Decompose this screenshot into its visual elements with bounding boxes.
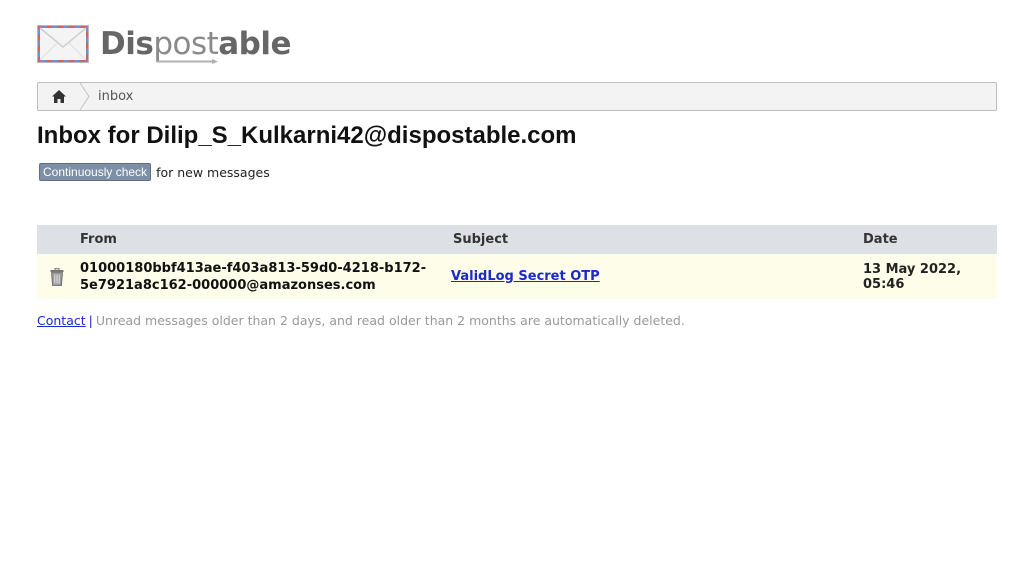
- logo-text-pre: Dis: [100, 26, 154, 62]
- from-line-2: 5e7921a8c162-000000@amazonses.com: [80, 277, 376, 293]
- from-address: 01000180bbf413ae-f403a813-59d0-4218-b172…: [80, 260, 453, 294]
- check-row: Continuously check for new messages: [39, 163, 270, 181]
- from-cell: 01000180bbf413ae-f403a813-59d0-4218-b172…: [80, 254, 453, 299]
- breadcrumb-separator: [80, 83, 90, 110]
- trash-icon[interactable]: [50, 267, 64, 286]
- header-icon-cell: [37, 225, 80, 254]
- breadcrumb: inbox: [37, 82, 997, 111]
- logo-text-mid: post: [153, 26, 219, 62]
- table-row[interactable]: 01000180bbf413ae-f403a813-59d0-4218-b172…: [37, 254, 997, 299]
- footer: Contact | Unread messages older than 2 day…: [37, 313, 685, 328]
- breadcrumb-current: inbox: [98, 89, 134, 104]
- envelope-icon: [37, 25, 89, 63]
- logo-text: Dispostable: [100, 25, 292, 64]
- footer-separator: |: [88, 313, 93, 328]
- continuously-check-button[interactable]: Continuously check: [39, 163, 152, 181]
- header-from: From: [80, 225, 453, 254]
- page-title: Inbox for Dilip_S_Kulkarni42@dispostable…: [37, 122, 577, 149]
- check-suffix: for new messages: [156, 164, 270, 180]
- page: Dispostable inbox Inbox for Dilip_S_Kulk…: [0, 0, 1034, 575]
- from-line-1: 01000180bbf413ae-f403a813-59d0-4218-b172…: [80, 260, 427, 276]
- table-header-row: From Subject Date: [37, 225, 997, 254]
- footer-notice: Unread messages older than 2 days, and r…: [95, 313, 685, 328]
- subject-link[interactable]: ValidLog Secret OTP: [451, 269, 600, 284]
- logo-text-post: able: [218, 26, 292, 62]
- header-subject: Subject: [453, 225, 863, 254]
- logo-underline: [156, 59, 218, 64]
- home-icon: [52, 90, 66, 103]
- delete-cell: [37, 254, 80, 299]
- date-cell: 13 May 2022, 05:46: [863, 254, 997, 299]
- inbox-table: From Subject Date 01000180bbf413ae-f403a…: [37, 225, 997, 299]
- contact-link[interactable]: Contact: [37, 313, 86, 328]
- site-logo[interactable]: Dispostable: [37, 22, 292, 66]
- subject-cell: ValidLog Secret OTP: [451, 254, 863, 299]
- breadcrumb-home[interactable]: [38, 83, 80, 110]
- header-date: Date: [863, 225, 997, 254]
